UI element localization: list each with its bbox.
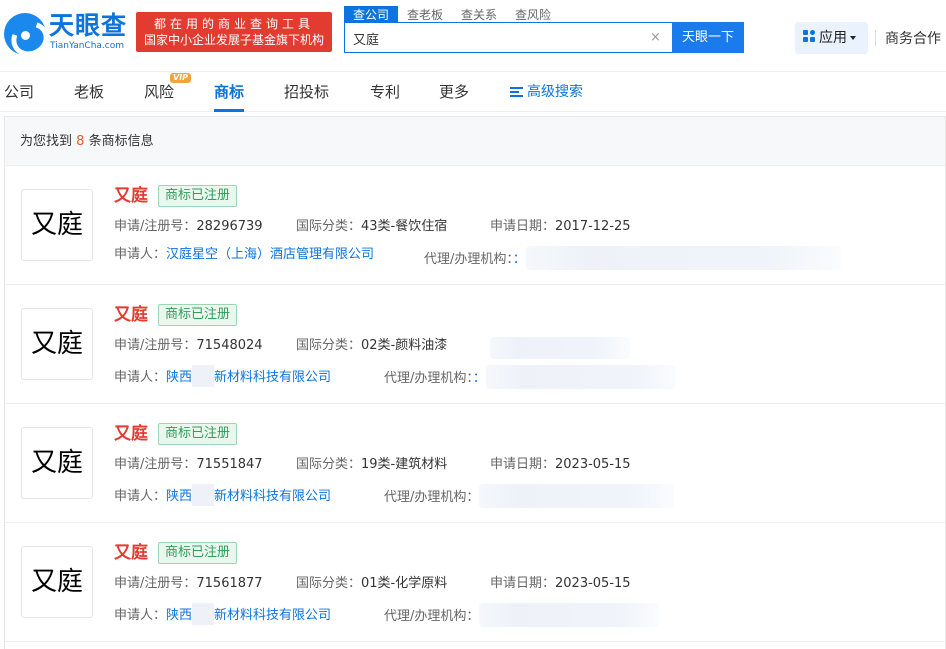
- status-badge: 商标已注册: [158, 304, 238, 326]
- trademark-image[interactable]: 又庭: [21, 308, 93, 380]
- header-divider: [875, 30, 876, 46]
- reg-no-value: 71548024: [196, 338, 263, 353]
- logo-domain: TianYanCha.com: [50, 41, 125, 51]
- apply-date-value: 2023-05-15: [555, 576, 631, 591]
- apply-date-label: 申请日期：: [490, 576, 556, 591]
- agency-label: 代理/办理机构：: [384, 371, 473, 386]
- trademark-row[interactable]: 又庭 又庭 商标已注册 申请/注册号：71548024 国际分类：02类-颜料油…: [5, 285, 945, 404]
- apps-label: 应用: [819, 30, 847, 46]
- applicant-label: 申请人：: [114, 247, 167, 262]
- intl-class-value: 01类-化学原料: [361, 576, 448, 591]
- agency-label: 代理/办理机构：: [424, 252, 513, 267]
- agency-partial: ：: [472, 371, 486, 386]
- applicant-label: 申请人：: [114, 370, 167, 385]
- applicant-label: 申请人：: [114, 489, 167, 504]
- applicant-link[interactable]: 汉庭星空（上海）酒店管理有限公司: [166, 247, 374, 262]
- applicant-link-prefix[interactable]: 陕西: [166, 370, 192, 385]
- tab-patent[interactable]: 专利: [370, 72, 400, 112]
- tianyancha-logo[interactable]: 天眼查 TianYanCha.com: [4, 11, 128, 55]
- trademark-name[interactable]: 又庭: [114, 423, 148, 445]
- logo-text: 天眼查: [49, 11, 128, 40]
- trademark-name[interactable]: 又庭: [114, 542, 148, 564]
- tab-boss[interactable]: 老板: [74, 72, 104, 112]
- category-tabs: 公司 老板 风险 VIP 商标 招投标 专利 更多 高级搜索: [0, 72, 946, 112]
- redacted-apply-date: [490, 337, 630, 359]
- redacted-agency: [485, 365, 676, 389]
- search-button[interactable]: 天眼一下: [672, 22, 744, 53]
- advanced-search-link[interactable]: 高级搜索: [510, 72, 583, 112]
- applicant-link-prefix[interactable]: 陕西: [166, 489, 192, 504]
- close-icon[interactable]: ×: [650, 30, 661, 45]
- status-badge: 商标已注册: [158, 185, 238, 207]
- apply-date-label: 申请日期：: [490, 219, 556, 234]
- vip-badge: VIP: [170, 73, 191, 83]
- business-cooperation-link[interactable]: 商务合作: [885, 28, 941, 48]
- search-box: × 天眼一下: [344, 22, 744, 53]
- redacted-agency: [479, 603, 660, 627]
- applicant-link-suffix[interactable]: 新材料科技有限公司: [214, 608, 331, 623]
- trademark-row[interactable]: 又庭 又庭 商标已注册 申请/注册号：71551847 国际分类：19类-建筑材…: [5, 404, 945, 523]
- trademark-image[interactable]: 又庭: [21, 427, 93, 499]
- reg-no-label: 申请/注册号：: [114, 576, 197, 591]
- tab-company[interactable]: 公司: [4, 72, 34, 112]
- applicant-link-suffix[interactable]: 新材料科技有限公司: [214, 489, 331, 504]
- apply-date-value: 2017-12-25: [555, 219, 631, 234]
- results-summary: 为您找到 8 条商标信息: [5, 117, 945, 166]
- apply-date-value: 2023-05-15: [555, 457, 631, 472]
- top-header: 天眼查 TianYanCha.com 都在用的商业查询工具 国家中小企业发展子基…: [0, 0, 946, 72]
- caret-down-icon: [850, 36, 856, 40]
- trademark-image[interactable]: 又庭: [21, 189, 93, 261]
- redacted-applicant-part: [192, 603, 215, 625]
- summary-suffix: 条商标信息: [88, 134, 154, 149]
- agency-label: 代理/办理机构：: [384, 490, 480, 505]
- applicant-link-prefix[interactable]: 陕西: [166, 608, 192, 623]
- redacted-applicant-part: [192, 365, 215, 387]
- status-badge: 商标已注册: [158, 423, 238, 445]
- promo-banner[interactable]: 都在用的商业查询工具 国家中小企业发展子基金旗下机构: [136, 12, 332, 52]
- redacted-agency: [479, 484, 675, 508]
- eye-logo-icon: [4, 13, 46, 55]
- intl-class-label: 国际分类：: [296, 576, 362, 591]
- trademark-image[interactable]: 又庭: [21, 546, 93, 618]
- agency-label: 代理/办理机构：: [384, 609, 480, 624]
- reg-no-label: 申请/注册号：: [114, 457, 197, 472]
- promo-line-1: 都在用的商业查询工具: [153, 17, 314, 31]
- reg-no-label: 申请/注册号：: [114, 219, 197, 234]
- apply-date-label: 申请日期：: [490, 457, 556, 472]
- status-badge: 商标已注册: [158, 542, 238, 564]
- redacted-agency: [525, 246, 841, 270]
- applicant-label: 申请人：: [114, 608, 167, 623]
- trademark-name[interactable]: 又庭: [114, 304, 148, 326]
- search-input[interactable]: [353, 27, 643, 49]
- reg-no-label: 申请/注册号：: [114, 338, 197, 353]
- apps-button[interactable]: 应用: [795, 22, 868, 54]
- applicant-link-suffix[interactable]: 新材料科技有限公司: [214, 370, 331, 385]
- tab-bidding[interactable]: 招投标: [284, 72, 329, 112]
- trademark-name[interactable]: 又庭: [114, 185, 148, 207]
- intl-class-label: 国际分类：: [296, 219, 362, 234]
- agency-partial: ：: [512, 252, 526, 267]
- advanced-search-label: 高级搜索: [527, 84, 583, 100]
- intl-class-value: 02类-颜料油漆: [361, 338, 448, 353]
- intl-class-value: 43类-餐饮住宿: [361, 219, 448, 234]
- summary-prefix: 为您找到: [20, 134, 73, 149]
- promo-line-2: 国家中小企业发展子基金旗下机构: [143, 33, 324, 47]
- redacted-applicant-part: [192, 484, 215, 506]
- trademark-row[interactable]: 又庭 又庭 商标已注册 申请/注册号：28296739 国际分类：43类-餐饮住…: [5, 166, 945, 285]
- intl-class-value: 19类-建筑材料: [361, 457, 448, 472]
- intl-class-label: 国际分类：: [296, 457, 362, 472]
- reg-no-value: 28296739: [196, 219, 263, 234]
- grid-icon: [803, 30, 816, 43]
- tab-more[interactable]: 更多: [439, 72, 469, 112]
- tab-trademark[interactable]: 商标: [214, 72, 245, 112]
- trademark-row[interactable]: 又庭 又庭 商标已注册 申请/注册号：71561877 国际分类：01类-化学原…: [5, 523, 945, 642]
- intl-class-label: 国际分类：: [296, 338, 362, 353]
- reg-no-value: 71561877: [196, 576, 263, 591]
- reg-no-value: 71551847: [196, 457, 263, 472]
- filter-lines-icon: [510, 87, 523, 97]
- result-count: 8: [76, 134, 85, 149]
- search-type-tabs: 查公司 查老板 查关系 查风险: [344, 4, 560, 24]
- results-panel: 为您找到 8 条商标信息 又庭 又庭 商标已注册 申请/注册号：28296739…: [4, 116, 946, 649]
